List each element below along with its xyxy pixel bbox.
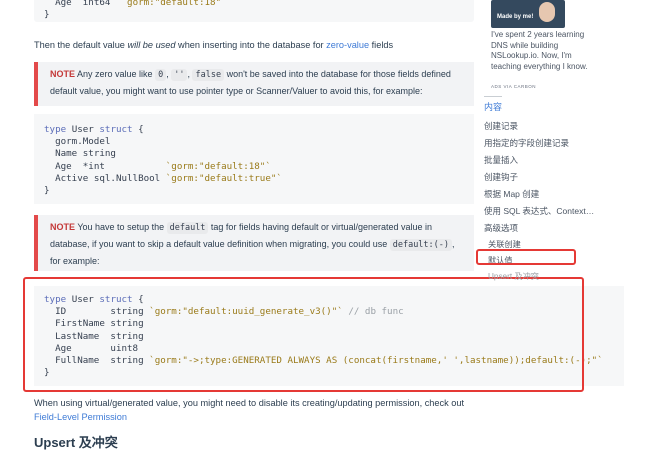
code-brace: } bbox=[44, 367, 50, 379]
code-keyword: type bbox=[44, 294, 67, 305]
code-type: *int bbox=[82, 160, 105, 172]
code-brace: { bbox=[138, 124, 144, 135]
code-type: string bbox=[110, 318, 144, 330]
code-field: LastName bbox=[55, 330, 100, 342]
toc-item-create-record[interactable]: 创建记录 bbox=[484, 120, 518, 132]
code-type: uint8 bbox=[110, 342, 139, 354]
code-keyword: struct bbox=[99, 294, 133, 305]
code-brace: } bbox=[44, 185, 50, 197]
zero-value-link[interactable]: zero-value bbox=[326, 40, 369, 50]
code-block-generated-value: type User struct { ID string `gorm:"defa… bbox=[34, 286, 624, 386]
text: Then the default value bbox=[34, 40, 128, 50]
text: When using virtual/generated value, you … bbox=[34, 398, 465, 408]
code-tag: `gorm:"default:18"` bbox=[121, 0, 227, 8]
toc-item-association-create[interactable]: 关联创建 bbox=[488, 238, 521, 250]
inline-code: '' bbox=[171, 69, 188, 81]
note-default-tag: NOTE You have to setup the default tag f… bbox=[34, 215, 474, 271]
toc-item-advanced[interactable]: 高级选项 bbox=[484, 222, 518, 234]
code-identifier: User bbox=[71, 124, 94, 135]
toc-item-batch-insert[interactable]: 批量插入 bbox=[484, 154, 518, 166]
code-type: string bbox=[110, 330, 144, 342]
code-brace: { bbox=[138, 294, 144, 305]
code-line: Age int64 `gorm:"default:18"` bbox=[44, 0, 227, 9]
paragraph-default-value: Then the default value will be used when… bbox=[34, 40, 393, 50]
code-keyword: type bbox=[44, 124, 67, 135]
toc-item-default-values[interactable]: 默认值 bbox=[488, 254, 513, 266]
ad-text[interactable]: I've spent 2 years learning DNS while bu… bbox=[491, 30, 591, 72]
code-type: int64 bbox=[82, 0, 111, 8]
code-field: Name bbox=[55, 148, 78, 160]
code-type: string bbox=[110, 306, 144, 318]
code-field: Age bbox=[55, 342, 72, 354]
code-block-pointer-example: type User struct { gorm.Model Name strin… bbox=[34, 114, 474, 204]
code-block-top: Age int64 `gorm:"default:18"` } bbox=[34, 0, 474, 22]
ad-image-caption: Made by me! bbox=[497, 14, 534, 20]
toc-divider bbox=[484, 96, 502, 97]
code-field: Age bbox=[55, 0, 72, 8]
paragraph-virtual-value: When using virtual/generated value, you … bbox=[34, 396, 484, 424]
code-type: string bbox=[110, 355, 144, 367]
text: You have to setup the bbox=[75, 222, 167, 232]
code-field: ID bbox=[55, 306, 67, 318]
text: when inserting into the database for bbox=[175, 40, 327, 50]
code-field: Age bbox=[55, 160, 72, 172]
inline-code: default bbox=[166, 222, 209, 234]
code-field: gorm.Model bbox=[55, 136, 111, 148]
code-tag: `gorm:"->;type:GENERATED ALWAYS AS (conc… bbox=[149, 355, 603, 367]
code-field: FullName bbox=[55, 355, 100, 367]
note-zero-value: NOTE Any zero value like 0, '', false wo… bbox=[34, 62, 474, 106]
code-type: string bbox=[82, 148, 116, 160]
emphasis: will be used bbox=[127, 40, 176, 50]
code-tag: `gorm:"default:true"` bbox=[165, 172, 282, 184]
code-comment: // db func bbox=[348, 306, 404, 318]
code-field: Active bbox=[55, 172, 89, 184]
code-tag: `gorm:"default:18"` bbox=[165, 160, 271, 172]
text: fields bbox=[369, 40, 394, 50]
note-label: NOTE bbox=[50, 222, 76, 232]
ad-image[interactable]: Made by me! bbox=[491, 0, 565, 28]
inline-code: false bbox=[192, 69, 225, 81]
toc-item-sql-expression[interactable]: 使用 SQL 表达式、Context… bbox=[484, 205, 594, 217]
text: Any zero value like bbox=[75, 69, 156, 79]
toc-item-create-with-fields[interactable]: 用指定的字段创建记录 bbox=[484, 137, 569, 149]
toc-item-create-hooks[interactable]: 创建钩子 bbox=[484, 171, 518, 183]
inline-code: 0 bbox=[155, 69, 167, 81]
code-type: sql.NullBool bbox=[93, 172, 161, 184]
section-heading-upsert: Upsert 及冲突 bbox=[34, 435, 118, 450]
ad-via-link[interactable]: ADS VIA CARBON bbox=[491, 84, 536, 89]
code-brace: } bbox=[44, 9, 50, 20]
field-level-permission-link[interactable]: Field-Level Permission bbox=[34, 412, 127, 422]
toc-title: 内容 bbox=[484, 102, 503, 112]
toc-item-create-from-map[interactable]: 根据 Map 创建 bbox=[484, 188, 539, 200]
code-identifier: User bbox=[71, 294, 94, 305]
inline-code: default:(-) bbox=[389, 239, 453, 251]
code-tag: `gorm:"default:uuid_generate_v3()"` bbox=[149, 306, 343, 318]
code-keyword: struct bbox=[99, 124, 133, 135]
toc-item-upsert[interactable]: Upsert 及冲突 bbox=[488, 270, 539, 282]
note-label: NOTE bbox=[50, 69, 76, 79]
code-field: FirstName bbox=[55, 318, 105, 330]
avatar bbox=[539, 2, 555, 22]
